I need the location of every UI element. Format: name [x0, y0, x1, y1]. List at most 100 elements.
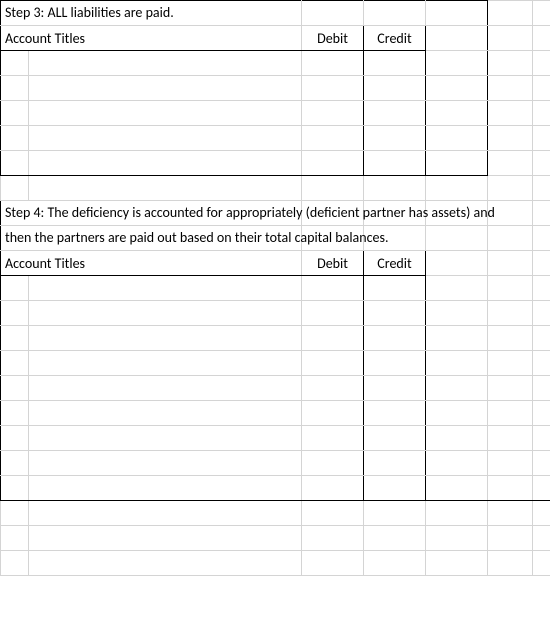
cell[interactable]	[426, 76, 488, 101]
cell[interactable]	[533, 501, 550, 526]
cell[interactable]	[1, 451, 29, 476]
cell[interactable]	[302, 126, 364, 151]
cell[interactable]	[533, 101, 550, 126]
cell[interactable]	[426, 276, 488, 301]
cell[interactable]	[488, 101, 533, 126]
cell[interactable]	[302, 51, 364, 76]
cell[interactable]	[533, 251, 550, 276]
cell[interactable]	[364, 326, 426, 351]
cell[interactable]	[426, 151, 488, 176]
cell[interactable]	[488, 326, 533, 351]
cell[interactable]	[1, 76, 29, 101]
cell[interactable]	[1, 126, 29, 151]
cell[interactable]	[426, 176, 488, 201]
cell[interactable]	[488, 301, 533, 326]
cell[interactable]	[364, 376, 426, 401]
cell[interactable]	[488, 276, 533, 301]
cell[interactable]	[488, 251, 533, 276]
cell[interactable]	[1, 176, 29, 201]
cell[interactable]	[488, 176, 533, 201]
cell[interactable]	[1, 301, 29, 326]
cell[interactable]	[533, 326, 550, 351]
cell[interactable]	[426, 26, 488, 51]
step3-credit-header-cell[interactable]: Credit	[364, 26, 426, 51]
cell[interactable]	[533, 51, 550, 76]
cell[interactable]	[364, 426, 426, 451]
cell[interactable]	[302, 526, 364, 551]
step3-title-cell[interactable]: Step 3: ALL liabilities are paid.	[1, 1, 302, 26]
cell[interactable]	[533, 401, 550, 426]
cell[interactable]	[364, 551, 426, 576]
cell[interactable]	[1, 376, 29, 401]
cell[interactable]	[426, 376, 488, 401]
cell[interactable]	[533, 151, 550, 176]
cell[interactable]	[533, 1, 550, 26]
cell[interactable]	[29, 476, 302, 501]
cell[interactable]	[533, 351, 550, 376]
cell[interactable]	[302, 376, 364, 401]
cell[interactable]	[29, 376, 302, 401]
cell[interactable]	[29, 101, 302, 126]
cell[interactable]	[426, 451, 488, 476]
cell[interactable]	[426, 251, 488, 276]
cell[interactable]	[302, 401, 364, 426]
cell[interactable]	[488, 426, 533, 451]
cell[interactable]	[364, 1, 426, 26]
cell[interactable]	[426, 551, 488, 576]
cell[interactable]	[29, 126, 302, 151]
cell[interactable]	[488, 501, 533, 526]
cell[interactable]	[364, 101, 426, 126]
cell[interactable]	[364, 501, 426, 526]
cell[interactable]	[29, 51, 302, 76]
cell[interactable]	[364, 176, 426, 201]
cell[interactable]	[488, 26, 533, 51]
cell[interactable]	[364, 476, 426, 501]
step4-title1-cell[interactable]: Step 4: The deficiency is accounted for …	[1, 201, 302, 226]
cell[interactable]	[533, 126, 550, 151]
cell[interactable]	[302, 351, 364, 376]
cell[interactable]	[488, 401, 533, 426]
cell[interactable]	[488, 351, 533, 376]
cell[interactable]	[364, 526, 426, 551]
cell[interactable]	[1, 101, 29, 126]
step3-account-header-cell[interactable]: Account Titles	[1, 26, 302, 51]
cell[interactable]	[488, 476, 533, 501]
cell[interactable]	[426, 526, 488, 551]
cell[interactable]	[488, 76, 533, 101]
cell[interactable]	[29, 351, 302, 376]
cell[interactable]	[364, 276, 426, 301]
cell[interactable]	[29, 176, 302, 201]
cell[interactable]	[364, 451, 426, 476]
cell[interactable]	[533, 526, 550, 551]
cell[interactable]	[29, 276, 302, 301]
cell[interactable]	[1, 501, 29, 526]
cell[interactable]	[1, 351, 29, 376]
cell[interactable]	[426, 126, 488, 151]
cell[interactable]	[364, 301, 426, 326]
cell[interactable]	[29, 76, 302, 101]
cell[interactable]	[488, 551, 533, 576]
cell[interactable]	[426, 226, 488, 251]
step3-debit-header-cell[interactable]: Debit	[302, 26, 364, 51]
cell[interactable]	[426, 401, 488, 426]
step4-credit-header-cell[interactable]: Credit	[364, 251, 426, 276]
cell[interactable]	[302, 476, 364, 501]
cell[interactable]	[533, 376, 550, 401]
step4-account-header-cell[interactable]: Account Titles	[1, 251, 302, 276]
cell[interactable]	[426, 351, 488, 376]
cell[interactable]	[533, 426, 550, 451]
cell[interactable]	[29, 151, 302, 176]
cell[interactable]	[364, 76, 426, 101]
cell[interactable]	[426, 101, 488, 126]
cell[interactable]	[426, 326, 488, 351]
cell[interactable]	[302, 326, 364, 351]
cell[interactable]	[302, 151, 364, 176]
cell[interactable]	[533, 226, 550, 251]
cell[interactable]	[29, 426, 302, 451]
cell[interactable]	[302, 76, 364, 101]
cell[interactable]	[488, 226, 533, 251]
cell[interactable]	[533, 26, 550, 51]
cell[interactable]	[364, 151, 426, 176]
cell[interactable]	[29, 326, 302, 351]
cell[interactable]	[533, 301, 550, 326]
